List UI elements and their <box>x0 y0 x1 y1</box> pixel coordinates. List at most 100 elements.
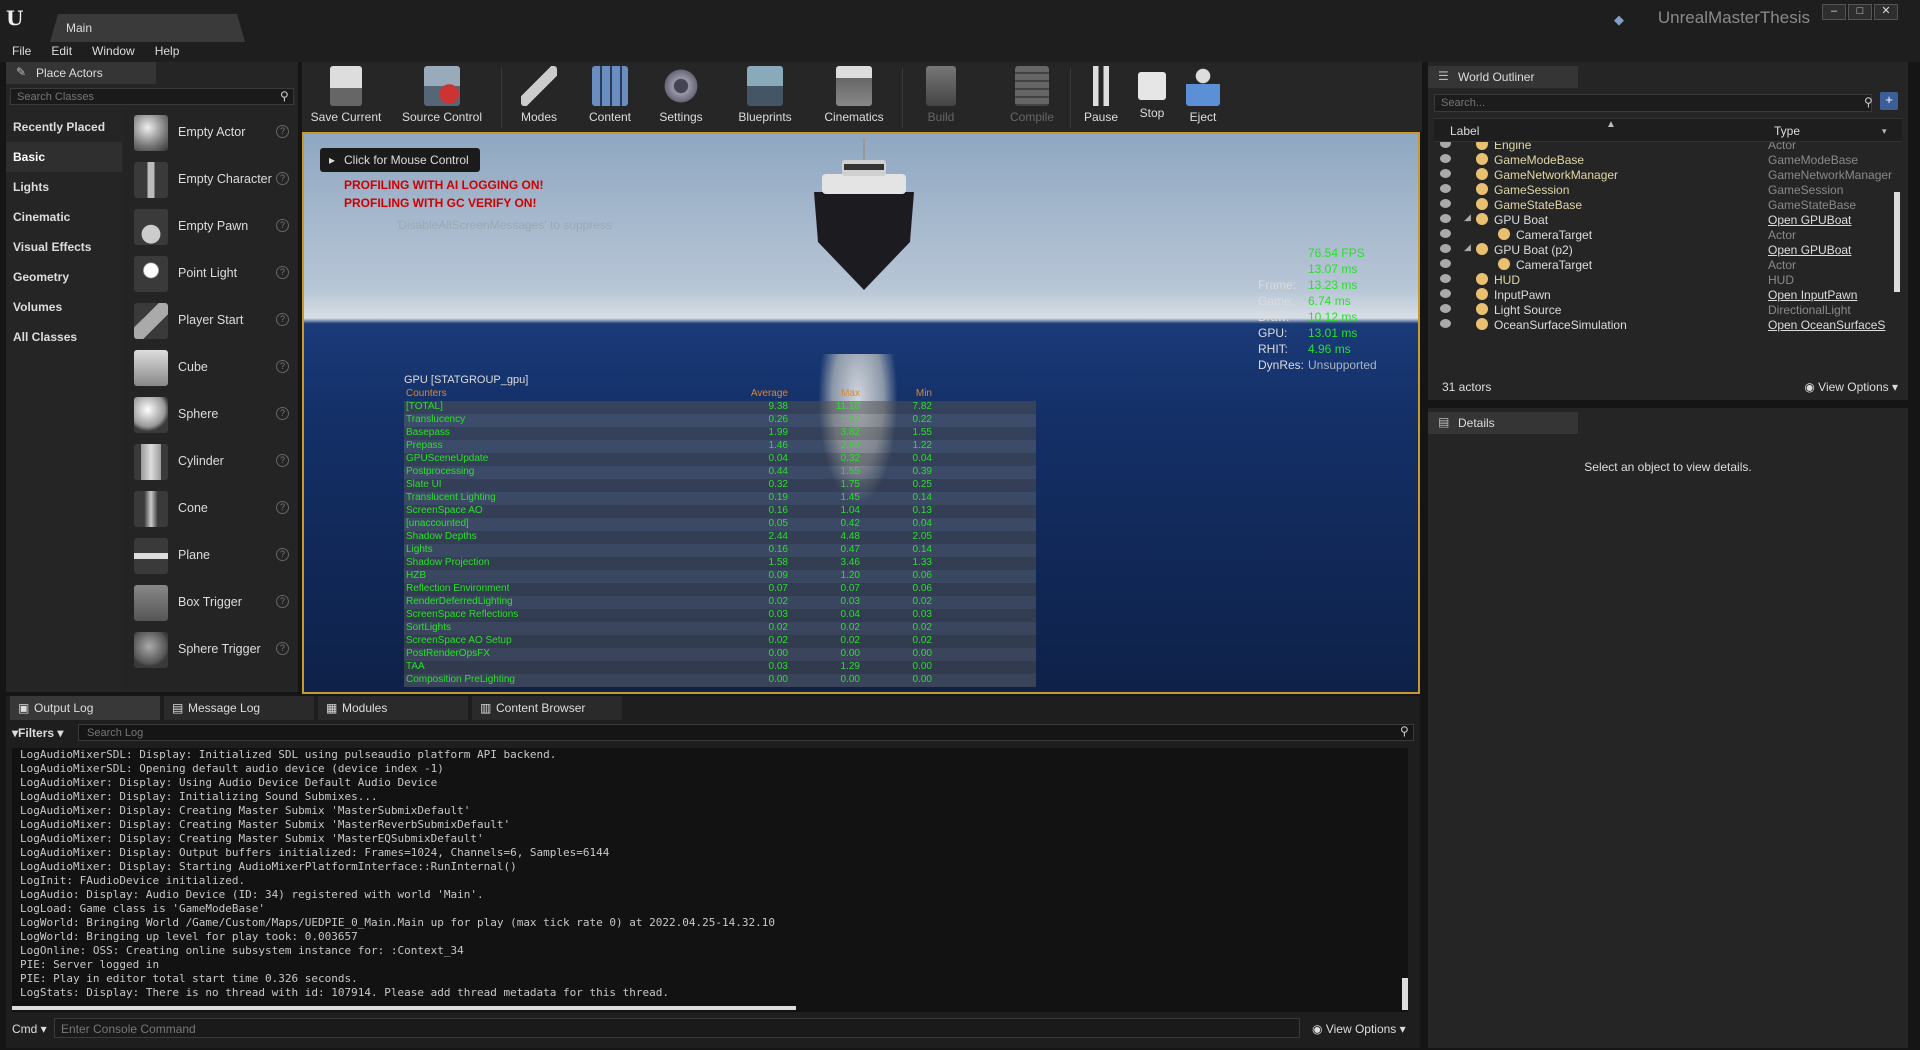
label-column-header[interactable]: Label <box>1450 124 1479 138</box>
view-options-button[interactable]: ◉ View Options ▾ <box>1804 380 1898 394</box>
click-for-mouse-control-button[interactable]: ▸ Click for Mouse Control <box>320 148 480 172</box>
help-icon[interactable]: ? <box>276 595 289 608</box>
eject-button[interactable]: Eject <box>1180 62 1226 132</box>
help-icon[interactable]: ? <box>276 266 289 279</box>
visibility-eye-icon[interactable] <box>1440 142 1451 148</box>
visibility-eye-icon[interactable] <box>1440 169 1451 178</box>
category-geometry[interactable]: Geometry <box>6 262 122 292</box>
compile-button[interactable]: Compile <box>1002 62 1062 132</box>
chevron-down-icon[interactable]: ▾ <box>1882 126 1887 137</box>
search-log-input[interactable]: Search Log <box>78 724 1414 741</box>
search-icon[interactable]: ⚲ <box>1400 724 1409 738</box>
expand-arrow-icon[interactable]: ◢ <box>1464 212 1471 223</box>
gpu-stat-name: [TOTAL] <box>406 401 443 412</box>
visibility-eye-icon[interactable] <box>1440 319 1451 328</box>
actor-item[interactable]: Plane? <box>124 533 298 580</box>
outliner-row[interactable]: OceanSurfaceSimulation Open OceanSurfaceS <box>1434 316 1894 334</box>
type-column-header[interactable]: Type <box>1774 124 1800 138</box>
actor-item[interactable]: Sphere Trigger? <box>124 627 298 674</box>
open-blueprint-link[interactable]: Open OceanSurfaceS <box>1768 318 1885 332</box>
minimize-button[interactable]: – <box>1822 4 1846 20</box>
help-icon[interactable]: ? <box>276 454 289 467</box>
modes-button[interactable]: Modes <box>508 62 570 132</box>
search-icon[interactable]: ⚲ <box>1864 95 1873 109</box>
visibility-eye-icon[interactable] <box>1440 229 1451 238</box>
category-all-classes[interactable]: All Classes <box>6 322 122 352</box>
expand-arrow-icon[interactable]: ◢ <box>1464 242 1471 253</box>
visibility-eye-icon[interactable] <box>1440 184 1451 193</box>
actor-item[interactable]: Empty Actor? <box>124 110 298 157</box>
stop-button[interactable]: Stop <box>1130 62 1174 132</box>
log-vertical-scrollbar[interactable] <box>1402 978 1408 1010</box>
help-icon[interactable]: ? <box>276 219 289 232</box>
blueprints-button[interactable]: Blueprints <box>724 62 806 132</box>
tab-content-browser[interactable]: ▥ Content Browser <box>472 696 622 720</box>
level-viewport[interactable]: ▸ Click for Mouse Control PROFILING WITH… <box>302 132 1420 694</box>
actor-item[interactable]: Cube? <box>124 345 298 392</box>
place-actors-tab[interactable]: ✎ Place Actors <box>6 62 156 84</box>
visibility-eye-icon[interactable] <box>1440 214 1451 223</box>
log-view-options-button[interactable]: ◉ View Options ▾ <box>1312 1022 1406 1036</box>
menu-file[interactable]: File <box>0 42 39 58</box>
search-classes-input[interactable]: Search Classes <box>10 88 294 105</box>
save-current-button[interactable]: Save Current <box>306 62 386 132</box>
category-recently-placed[interactable]: Recently Placed <box>6 112 122 142</box>
open-blueprint-link[interactable]: Open GPUBoat <box>1768 243 1851 257</box>
open-blueprint-link[interactable]: Open GPUBoat <box>1768 213 1851 227</box>
log-horizontal-scrollbar[interactable] <box>12 1006 796 1010</box>
category-visual-effects[interactable]: Visual Effects <box>6 232 122 262</box>
help-icon[interactable]: ? <box>276 548 289 561</box>
cinematics-button[interactable]: Cinematics <box>812 62 896 132</box>
outliner-scrollbar[interactable] <box>1894 192 1900 292</box>
tab-output-log[interactable]: ▣ Output Log <box>10 696 160 720</box>
visibility-eye-icon[interactable] <box>1440 274 1451 283</box>
level-tab[interactable]: Main <box>50 14 245 42</box>
actor-item[interactable]: Empty Character? <box>124 157 298 204</box>
build-button[interactable]: Build <box>908 62 974 132</box>
menu-help[interactable]: Help <box>143 42 188 58</box>
maximize-button[interactable]: □ <box>1848 4 1872 20</box>
console-command-input[interactable]: Enter Console Command <box>54 1018 1300 1038</box>
search-icon[interactable]: ⚲ <box>280 89 289 103</box>
actor-item[interactable]: Empty Pawn? <box>124 204 298 251</box>
pause-button[interactable]: Pause <box>1078 62 1124 132</box>
help-icon[interactable]: ? <box>276 313 289 326</box>
category-volumes[interactable]: Volumes <box>6 292 122 322</box>
visibility-eye-icon[interactable] <box>1440 199 1451 208</box>
visibility-eye-icon[interactable] <box>1440 304 1451 313</box>
help-icon[interactable]: ? <box>276 172 289 185</box>
tab-message-log[interactable]: ▤ Message Log <box>164 696 314 720</box>
visibility-eye-icon[interactable] <box>1440 289 1451 298</box>
filters-button[interactable]: ▾Filters ▾ <box>12 726 63 740</box>
close-button[interactable]: ✕ <box>1874 4 1898 20</box>
outliner-search-input[interactable]: Search... <box>1434 94 1872 112</box>
actor-item[interactable]: Sphere? <box>124 392 298 439</box>
help-icon[interactable]: ? <box>276 642 289 655</box>
cmd-dropdown[interactable]: Cmd ▾ <box>12 1022 47 1036</box>
visibility-eye-icon[interactable] <box>1440 154 1451 163</box>
category-basic[interactable]: Basic <box>6 142 122 172</box>
help-icon[interactable]: ? <box>276 407 289 420</box>
open-blueprint-link[interactable]: Open InputPawn <box>1768 288 1857 302</box>
actor-item[interactable]: Cylinder? <box>124 439 298 486</box>
visibility-eye-icon[interactable] <box>1440 244 1451 253</box>
help-icon[interactable]: ? <box>276 360 289 373</box>
help-icon[interactable]: ? <box>276 501 289 514</box>
add-filter-icon[interactable]: + <box>1880 92 1898 110</box>
category-cinematic[interactable]: Cinematic <box>6 202 122 232</box>
details-tab[interactable]: ▤ Details <box>1428 412 1578 434</box>
menu-edit[interactable]: Edit <box>39 42 80 58</box>
visibility-eye-icon[interactable] <box>1440 259 1451 268</box>
menu-window[interactable]: Window <box>80 42 143 58</box>
actor-item[interactable]: Point Light? <box>124 251 298 298</box>
actor-item[interactable]: Player Start? <box>124 298 298 345</box>
actor-item[interactable]: Box Trigger? <box>124 580 298 627</box>
actor-item[interactable]: Cone? <box>124 486 298 533</box>
source-control-button[interactable]: Source Control <box>390 62 494 132</box>
world-outliner-tab[interactable]: ☰ World Outliner <box>1428 66 1578 88</box>
tab-modules[interactable]: ▦ Modules <box>318 696 468 720</box>
category-lights[interactable]: Lights <box>6 172 122 202</box>
settings-button[interactable]: Settings <box>648 62 714 132</box>
help-icon[interactable]: ? <box>276 125 289 138</box>
content-button[interactable]: Content <box>578 62 642 132</box>
